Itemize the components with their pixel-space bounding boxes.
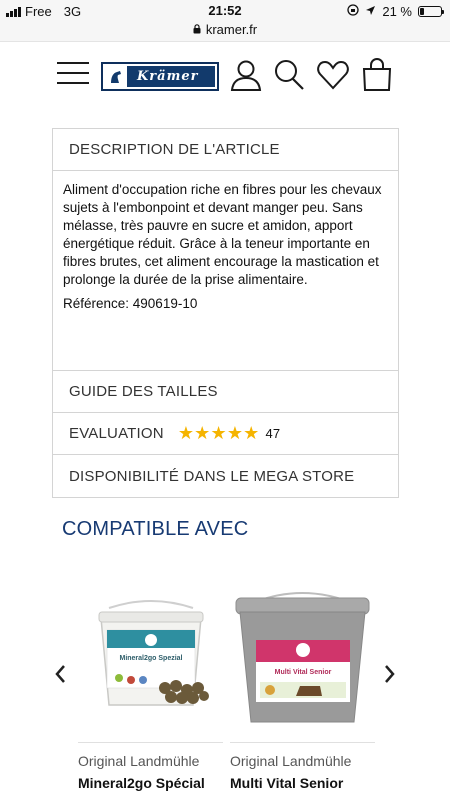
heart-icon[interactable] [316, 58, 350, 97]
description-title: DESCRIPTION DE L'ARTICLE [69, 141, 280, 158]
rating-count: 47 [265, 426, 281, 441]
carousel-prev-button[interactable] [53, 663, 67, 685]
menu-button[interactable] [57, 62, 89, 84]
battery-percent: 21 % [382, 4, 412, 19]
product-image[interactable]: Mineral2go Spezial [78, 590, 223, 730]
product-image[interactable]: Multi Vital Senior [230, 590, 375, 730]
description-text: Aliment d'occupation riche en fibres pou… [63, 182, 382, 287]
availability-title: DISPONIBILITÉ DANS LE MEGA STORE [69, 467, 355, 485]
horse-head-icon [105, 66, 129, 87]
address-bar[interactable]: kramer.fr [0, 20, 450, 42]
product-brand: Original Landmühle [78, 753, 200, 769]
product-card[interactable]: Multi Vital Senior Original Landmühle Mu… [230, 590, 375, 791]
brand-emblem-icon [144, 634, 157, 646]
logo-text: Krämer [137, 69, 199, 84]
product-name[interactable]: Multi Vital Senior [230, 775, 375, 791]
product-2-label-text: Multi Vital Senior [275, 669, 332, 676]
url-text: kramer.fr [205, 22, 258, 37]
location-icon [365, 4, 376, 19]
description-header[interactable]: DESCRIPTION DE L'ARTICLE [53, 129, 398, 171]
brand-emblem-icon [296, 643, 310, 657]
shopping-bag-icon[interactable] [362, 58, 392, 97]
lock-icon [193, 22, 201, 37]
account-icon[interactable] [230, 58, 262, 97]
size-guide-title: GUIDE DES TAILLES [69, 383, 218, 400]
search-icon[interactable] [273, 58, 305, 97]
size-guide-header[interactable]: GUIDE DES TAILLES [53, 371, 398, 413]
battery-icon [418, 6, 444, 17]
product-brand: Original Landmühle [230, 753, 352, 769]
compatible-heading: COMPATIBLE AVEC [62, 518, 249, 540]
product-divider [78, 742, 223, 743]
product-divider [230, 742, 375, 743]
evaluation-title: EVALUATION [69, 425, 164, 442]
product-details-accordion: DESCRIPTION DE L'ARTICLE Aliment d'occup… [52, 128, 399, 498]
kramer-logo[interactable]: Krämer [101, 62, 219, 91]
status-bar: Free 3G 21:52 21 % [0, 0, 450, 22]
availability-header[interactable]: DISPONIBILITÉ DANS LE MEGA STORE [53, 455, 398, 497]
evaluation-header[interactable]: EVALUATION ★★★★★ 47 [53, 413, 398, 455]
rating-stars: ★★★★★ [177, 423, 260, 443]
carousel-next-button[interactable] [383, 663, 397, 685]
product-1-label-text: Mineral2go Spezial [119, 655, 182, 662]
status-right: 21 % [347, 4, 444, 19]
site-header: Krämer [0, 48, 450, 104]
reference-text: Référence: 490619-10 [63, 296, 198, 311]
product-card[interactable]: Mineral2go Spezial Original Landmühle Mi… [78, 590, 223, 791]
product-name[interactable]: Mineral2go Spécial [78, 775, 223, 791]
description-panel: Aliment d'occupation riche en fibres pou… [53, 171, 398, 371]
rotation-lock-icon [347, 4, 360, 19]
